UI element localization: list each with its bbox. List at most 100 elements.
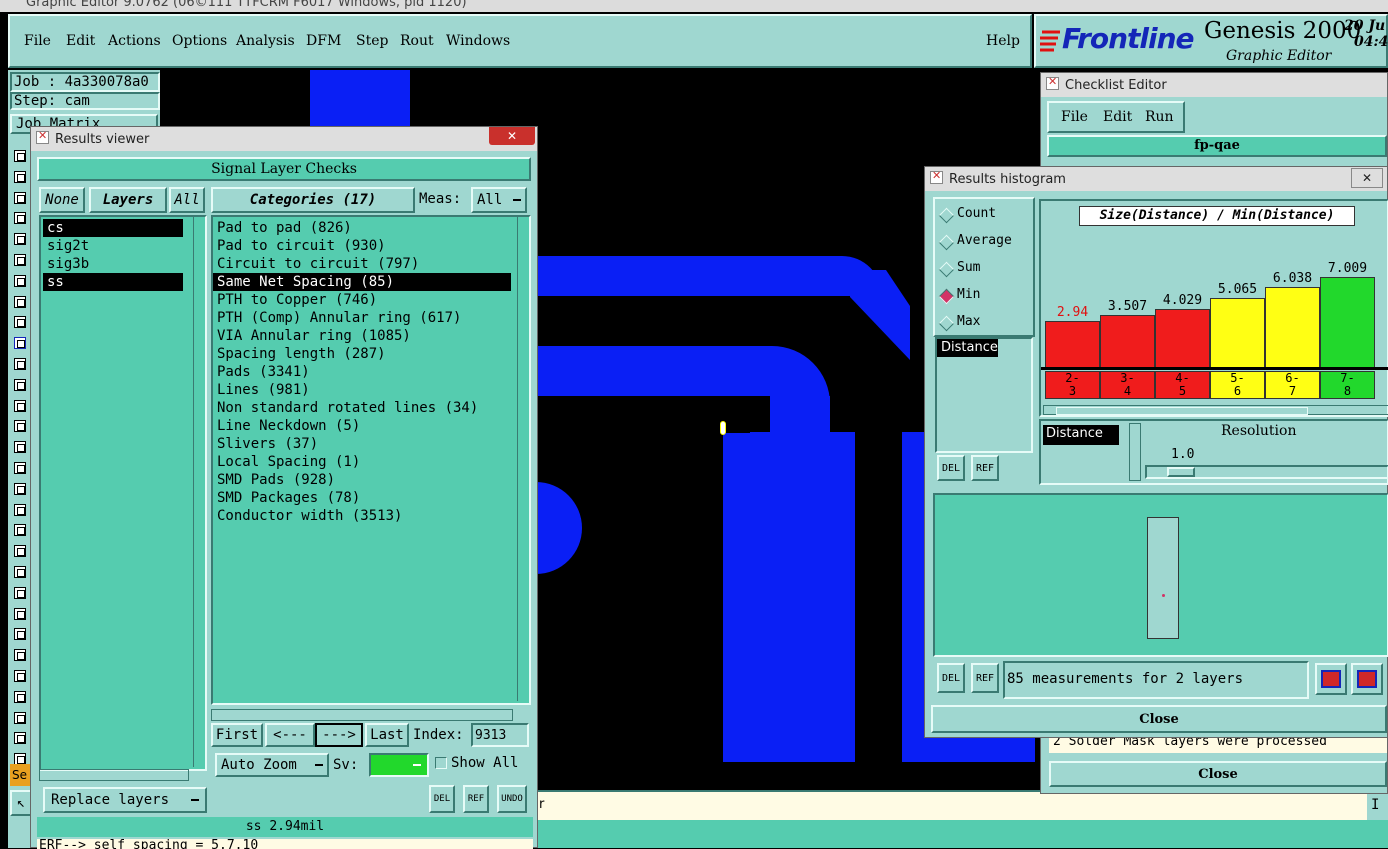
menu-options[interactable]: Options: [172, 16, 227, 66]
viewer-undo-button[interactable]: UNDO: [497, 785, 527, 813]
layers-all-button[interactable]: All: [169, 187, 205, 213]
chart-hscroll[interactable]: [1043, 405, 1388, 415]
menu-dfm[interactable]: DFM: [306, 16, 341, 66]
tool-checkbox[interactable]: [14, 482, 26, 495]
histogram-category-cell[interactable]: 5- 6: [1210, 371, 1265, 399]
histogram-bar[interactable]: [1210, 298, 1265, 369]
category-item[interactable]: Conductor width (3513): [213, 507, 511, 525]
histogram-bar[interactable]: [1265, 287, 1320, 369]
meas-select[interactable]: All: [471, 187, 527, 213]
layers-list[interactable]: cs sig2t sig3b ss: [39, 215, 207, 771]
tool-checkbox[interactable]: [14, 170, 26, 183]
histogram-category-cell[interactable]: 6- 7: [1265, 371, 1320, 399]
tool-checkbox[interactable]: [14, 420, 26, 433]
category-item[interactable]: Spacing length (287): [213, 345, 511, 363]
tool-checkbox[interactable]: [14, 150, 26, 162]
histogram-home-icon[interactable]: [1351, 663, 1383, 695]
layer-item-sig3b[interactable]: sig3b: [43, 255, 183, 273]
mode-option-min[interactable]: Min: [935, 286, 1035, 306]
tool-checkbox[interactable]: [14, 316, 26, 329]
menu-edit[interactable]: Edit: [66, 16, 95, 66]
tool-checkbox[interactable]: [14, 503, 26, 516]
tool-checkbox[interactable]: [14, 586, 26, 599]
category-item[interactable]: SMD Packages (78): [213, 489, 511, 507]
category-item[interactable]: Local Spacing (1): [213, 453, 511, 471]
tool-checkbox[interactable]: [14, 524, 26, 537]
tool-checkbox[interactable]: [14, 566, 26, 578]
category-item[interactable]: Slivers (37): [213, 435, 511, 453]
resolution-slider[interactable]: [1145, 465, 1388, 479]
layers-button[interactable]: Layers: [89, 187, 167, 213]
tool-checkbox[interactable]: [14, 274, 26, 287]
mode-option-sum[interactable]: Sum: [935, 259, 1035, 279]
tool-checkbox[interactable]: [14, 690, 26, 703]
mode-option-max[interactable]: Max: [935, 313, 1035, 333]
tool-checkbox[interactable]: [14, 295, 26, 308]
menu-actions[interactable]: Actions: [108, 16, 161, 66]
category-item[interactable]: Circuit to circuit (797): [213, 255, 511, 273]
measure-field-2-scroll[interactable]: [1129, 423, 1141, 481]
categories-button[interactable]: Categories (17): [211, 187, 415, 213]
mode-option-count[interactable]: Count: [935, 205, 1035, 225]
histogram-category-cell[interactable]: 2- 3: [1045, 371, 1100, 399]
menu-rout[interactable]: Rout: [400, 16, 434, 66]
category-item[interactable]: Line Neckdown (5): [213, 417, 511, 435]
layers-list-hscroll[interactable]: [39, 769, 189, 781]
categories-list-vscroll[interactable]: [517, 217, 529, 701]
tool-checkbox[interactable]: [14, 254, 26, 266]
menu-file[interactable]: File: [24, 16, 51, 66]
category-item[interactable]: PTH to Copper (746): [213, 291, 511, 309]
tool-checkbox[interactable]: [14, 191, 26, 204]
category-item[interactable]: Same Net Spacing (85): [213, 273, 511, 291]
category-item[interactable]: VIA Annular ring (1085): [213, 327, 511, 345]
checklist-close-button[interactable]: Close: [1049, 761, 1387, 787]
auto-zoom-select[interactable]: Auto Zoom: [215, 753, 329, 777]
layer-item-ss[interactable]: ss: [43, 273, 183, 291]
tool-checkbox[interactable]: [14, 441, 26, 454]
histogram-category-cell[interactable]: 4- 5: [1155, 371, 1210, 399]
detail-column[interactable]: [1147, 517, 1179, 639]
histogram-category-cell[interactable]: 7- 8: [1320, 371, 1375, 399]
tool-checkbox[interactable]: [14, 212, 26, 225]
layers-none-button[interactable]: None: [39, 187, 85, 213]
layers-list-vscroll[interactable]: [193, 217, 205, 767]
checklist-menu-file[interactable]: File: [1061, 103, 1088, 131]
sv-select[interactable]: [369, 753, 429, 777]
tool-checkbox[interactable]: [14, 607, 26, 620]
tool-checkbox[interactable]: [14, 732, 26, 745]
results-viewer-close-icon[interactable]: ✕: [489, 127, 535, 145]
mode-option-average[interactable]: Average: [935, 232, 1035, 252]
category-item[interactable]: PTH (Comp) Annular ring (617): [213, 309, 511, 327]
tool-checkbox[interactable]: [14, 462, 26, 474]
category-item[interactable]: Pads (3341): [213, 363, 511, 381]
help-menu[interactable]: Help: [986, 16, 1020, 66]
category-item[interactable]: Pad to circuit (930): [213, 237, 511, 255]
histogram-measure-list[interactable]: Distance: [935, 337, 1033, 453]
histogram-category-cell[interactable]: 3- 4: [1100, 371, 1155, 399]
histogram-close-button[interactable]: Close: [931, 705, 1387, 733]
histogram-del-button-top[interactable]: DEL: [937, 455, 965, 481]
menu-analysis[interactable]: Analysis: [236, 16, 295, 66]
tool-checkbox[interactable]: [14, 711, 26, 724]
menu-step[interactable]: Step: [356, 16, 388, 66]
categories-list[interactable]: Pad to pad (826) Pad to circuit (930) Circ…: [211, 215, 531, 705]
tool-checkbox[interactable]: [14, 670, 26, 682]
tool-checkbox[interactable]: [14, 649, 26, 662]
pointer-tool-icon[interactable]: ↖: [10, 790, 32, 816]
viewer-ref-button[interactable]: REF: [463, 785, 489, 813]
last-button[interactable]: Last: [365, 723, 409, 747]
measure-item-distance[interactable]: Distance: [937, 339, 998, 357]
next-button[interactable]: --->: [315, 723, 363, 747]
tool-checkbox[interactable]: [14, 337, 26, 350]
layer-item-cs[interactable]: cs: [43, 219, 183, 237]
histogram-zoom-icon[interactable]: [1315, 663, 1347, 695]
histogram-ref-button-top[interactable]: REF: [971, 455, 999, 481]
layer-item-sig2t[interactable]: sig2t: [43, 237, 183, 255]
histogram-ref-button[interactable]: REF: [971, 663, 999, 693]
category-item[interactable]: Lines (981): [213, 381, 511, 399]
resolution-slider-handle[interactable]: [1167, 467, 1195, 477]
tool-checkbox[interactable]: [14, 628, 26, 641]
tool-checkbox[interactable]: [14, 358, 26, 370]
tool-checkbox[interactable]: [14, 545, 26, 558]
histogram-close-icon[interactable]: ✕: [1351, 168, 1383, 188]
